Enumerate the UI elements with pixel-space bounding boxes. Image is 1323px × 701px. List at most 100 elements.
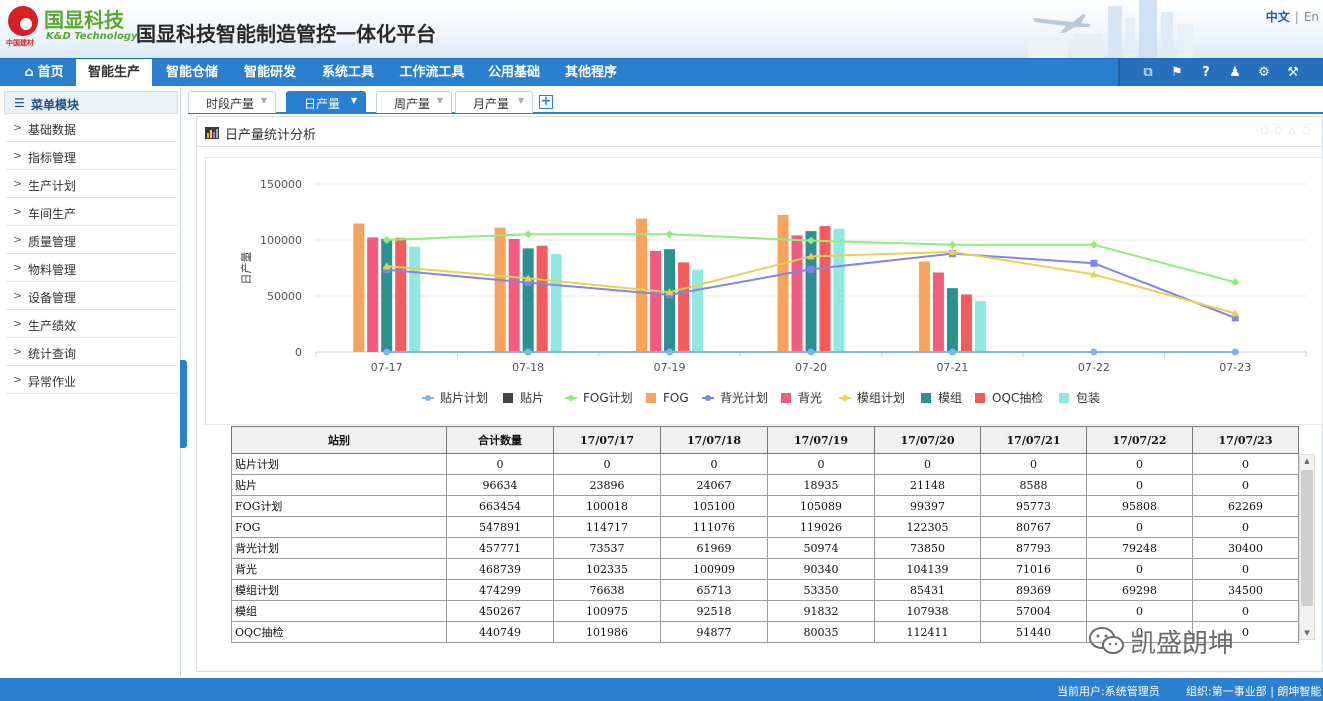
table-cell: 107938 — [874, 600, 981, 622]
y-tick-label: 150000 — [260, 178, 302, 191]
table-cell: 457771 — [446, 537, 554, 559]
table-scrollbar[interactable]: ▲ ▼ — [1299, 454, 1315, 640]
table-cell: 450267 — [446, 600, 554, 622]
lang-chinese[interactable]: 中文 — [1266, 10, 1290, 24]
table-header-cell: 17/07/23 — [1192, 426, 1299, 454]
sidebar-item-exceptions[interactable]: > 异常作业 — [6, 367, 178, 394]
nav-workflow-tools[interactable]: 工作流工具 — [392, 59, 472, 86]
table-cell: 50974 — [767, 537, 875, 559]
scroll-down-icon[interactable]: ▼ — [1302, 629, 1312, 637]
tab-monthly-output[interactable]: 月产量 ▼ — [455, 91, 533, 113]
add-tab-button[interactable]: + — [539, 95, 553, 109]
nav-system-tools[interactable]: 系统工具 — [314, 59, 382, 86]
wrench-icon[interactable]: ⚒ — [1285, 65, 1301, 81]
table-cell: 100975 — [553, 600, 661, 622]
table-cell: 80767 — [980, 516, 1087, 538]
scroll-up-icon[interactable]: ▲ — [1302, 457, 1312, 465]
notification-bell-icon[interactable]: ⚑ — [1169, 65, 1185, 81]
sidebar-item-equipment[interactable]: > 设备管理 — [6, 283, 178, 310]
nav-home[interactable]: ⌂ 首页 — [14, 59, 74, 86]
table-cell: 119026 — [767, 516, 875, 538]
table-row[interactable]: 背光 468739 102335 100909 90340 104139 71016 0 0 — [231, 558, 1299, 580]
table-cell: 79248 — [1086, 537, 1193, 559]
panel-window-controls[interactable]: ○○△▢ — [1261, 126, 1316, 136]
tab-weekly-output[interactable]: 周产量 ▼ — [376, 91, 452, 113]
tab-period-output[interactable]: 时段产量 ▼ — [188, 91, 276, 113]
point-背光计划 — [1090, 259, 1098, 267]
table-row[interactable]: FOG 547891 114717 111076 119026 122305 80767 0 0 — [231, 516, 1299, 538]
help-icon[interactable]: ? — [1198, 65, 1214, 81]
table-row[interactable]: 背光计划 457771 73537 61969 50974 73850 87793 79248… — [231, 537, 1299, 559]
sidebar-item-label: 指标管理 — [28, 151, 77, 165]
data-table-container: 站别 合计数量 17/07/17 17/07/18 17/07/19 17/07/20 17… — [231, 426, 1315, 644]
sidebar-item-basic-data[interactable]: > 基础数据 — [6, 115, 178, 142]
table-cell: 0 — [1086, 600, 1193, 622]
nav-smart-rnd[interactable]: 智能研发 — [236, 59, 304, 86]
table-row[interactable]: 模组计划 474299 76638 65713 53350 85431 89369 69298… — [231, 579, 1299, 601]
y-tick-label: 0 — [295, 346, 302, 359]
sidebar-item-indicators[interactable]: > 指标管理 — [6, 143, 178, 170]
station-name-cell: OQC抽检 — [231, 621, 447, 643]
legend-item-label: FOG计划 — [583, 391, 633, 405]
settings-gear-icon[interactable]: ⚙ — [1256, 65, 1272, 81]
x-tick-label: 07-19 — [654, 361, 686, 374]
x-tick-label: 07-17 — [371, 361, 403, 374]
current-user: 当前用户:系统管理员 — [1057, 685, 1160, 698]
sidebar-item-statistics[interactable]: > 统计查询 — [6, 339, 178, 366]
table-cell: 73537 — [553, 537, 661, 559]
sidebar-item-workshop[interactable]: > 车间生产 — [6, 199, 178, 226]
menu-list-icon: ☰ — [14, 96, 25, 110]
table-cell: 474299 — [446, 579, 554, 601]
tab-daily-output[interactable]: 日产量 ▼ — [286, 91, 366, 113]
scrollbar-thumb[interactable] — [1301, 470, 1313, 606]
sidebar-item-production-plan[interactable]: > 生产计划 — [6, 171, 178, 198]
lang-english[interactable]: En — [1304, 10, 1319, 24]
user-icon[interactable]: ♟ — [1227, 65, 1243, 81]
legend-symbol — [921, 393, 931, 403]
nav-home-label: 首页 — [37, 65, 64, 80]
y-axis-label: 日产量 — [239, 252, 253, 285]
chevron-down-icon: ▼ — [517, 96, 524, 105]
table-cell: 0 — [446, 453, 554, 475]
table-cell: 18935 — [767, 474, 875, 496]
bar-背光 — [932, 272, 944, 352]
sidebar-item-label: 基础数据 — [28, 123, 77, 137]
table-cell: 105100 — [660, 495, 768, 517]
bar-模组 — [381, 238, 393, 352]
legend-item-label: 背光计划 — [720, 391, 768, 405]
legend-item-label: 贴片 — [520, 391, 544, 405]
sidebar-collapse-handle[interactable] — [180, 360, 187, 448]
table-row[interactable]: 贴片 96634 23896 24067 18935 21148 8588 0 0 — [231, 474, 1299, 496]
bar-OQC抽检 — [819, 226, 831, 352]
nav-other-programs[interactable]: 其他程序 — [558, 59, 624, 86]
y-tick-label: 100000 — [260, 234, 302, 247]
table-row[interactable]: 模组 450267 100975 92518 91832 107938 57004 0 0 — [231, 600, 1299, 622]
sidebar-item-label: 异常作业 — [28, 375, 77, 389]
bar-模组 — [664, 249, 676, 352]
station-name-cell: 背光计划 — [231, 537, 447, 559]
legend-item-label: OQC抽检 — [992, 390, 1043, 405]
nav-common-base[interactable]: 公用基础 — [482, 59, 546, 86]
sidebar-item-materials[interactable]: > 物料管理 — [6, 255, 178, 282]
bar-OQC抽检 — [678, 262, 690, 352]
sidebar-item-quality[interactable]: > 质量管理 — [6, 227, 178, 254]
sidebar-item-performance[interactable]: > 生产绩效 — [6, 311, 178, 338]
table-header-cell: 17/07/22 — [1086, 426, 1193, 454]
nav-smart-warehouse[interactable]: 智能仓储 — [158, 59, 226, 86]
switch-window-icon[interactable]: ⧉ — [1140, 65, 1156, 81]
table-cell: 0 — [1192, 600, 1299, 622]
bar-背光 — [367, 237, 379, 352]
sidebar-item-label: 物料管理 — [28, 263, 77, 277]
sidebar: ☰ 菜单模块 > 基础数据 > 指标管理 > 生产计划 > 车间生产 > 质量管理 > 物料… — [0, 87, 181, 677]
table-cell: 76638 — [553, 579, 661, 601]
table-cell: 468739 — [446, 558, 554, 580]
tab-label: 日产量 — [304, 97, 341, 111]
point-贴片计划 — [807, 348, 815, 356]
table-row[interactable]: 贴片计划 0 0 0 0 0 0 0 0 — [231, 453, 1299, 475]
legend-item-label: FOG — [663, 391, 689, 405]
city-skyline-decoration — [1028, 0, 1193, 58]
table-cell: 0 — [1086, 453, 1193, 475]
table-row[interactable]: FOG计划 663454 100018 105100 105089 99397 95773 9… — [231, 495, 1299, 517]
legend-symbol — [646, 393, 656, 403]
nav-smart-production[interactable]: 智能生产 — [76, 59, 152, 86]
